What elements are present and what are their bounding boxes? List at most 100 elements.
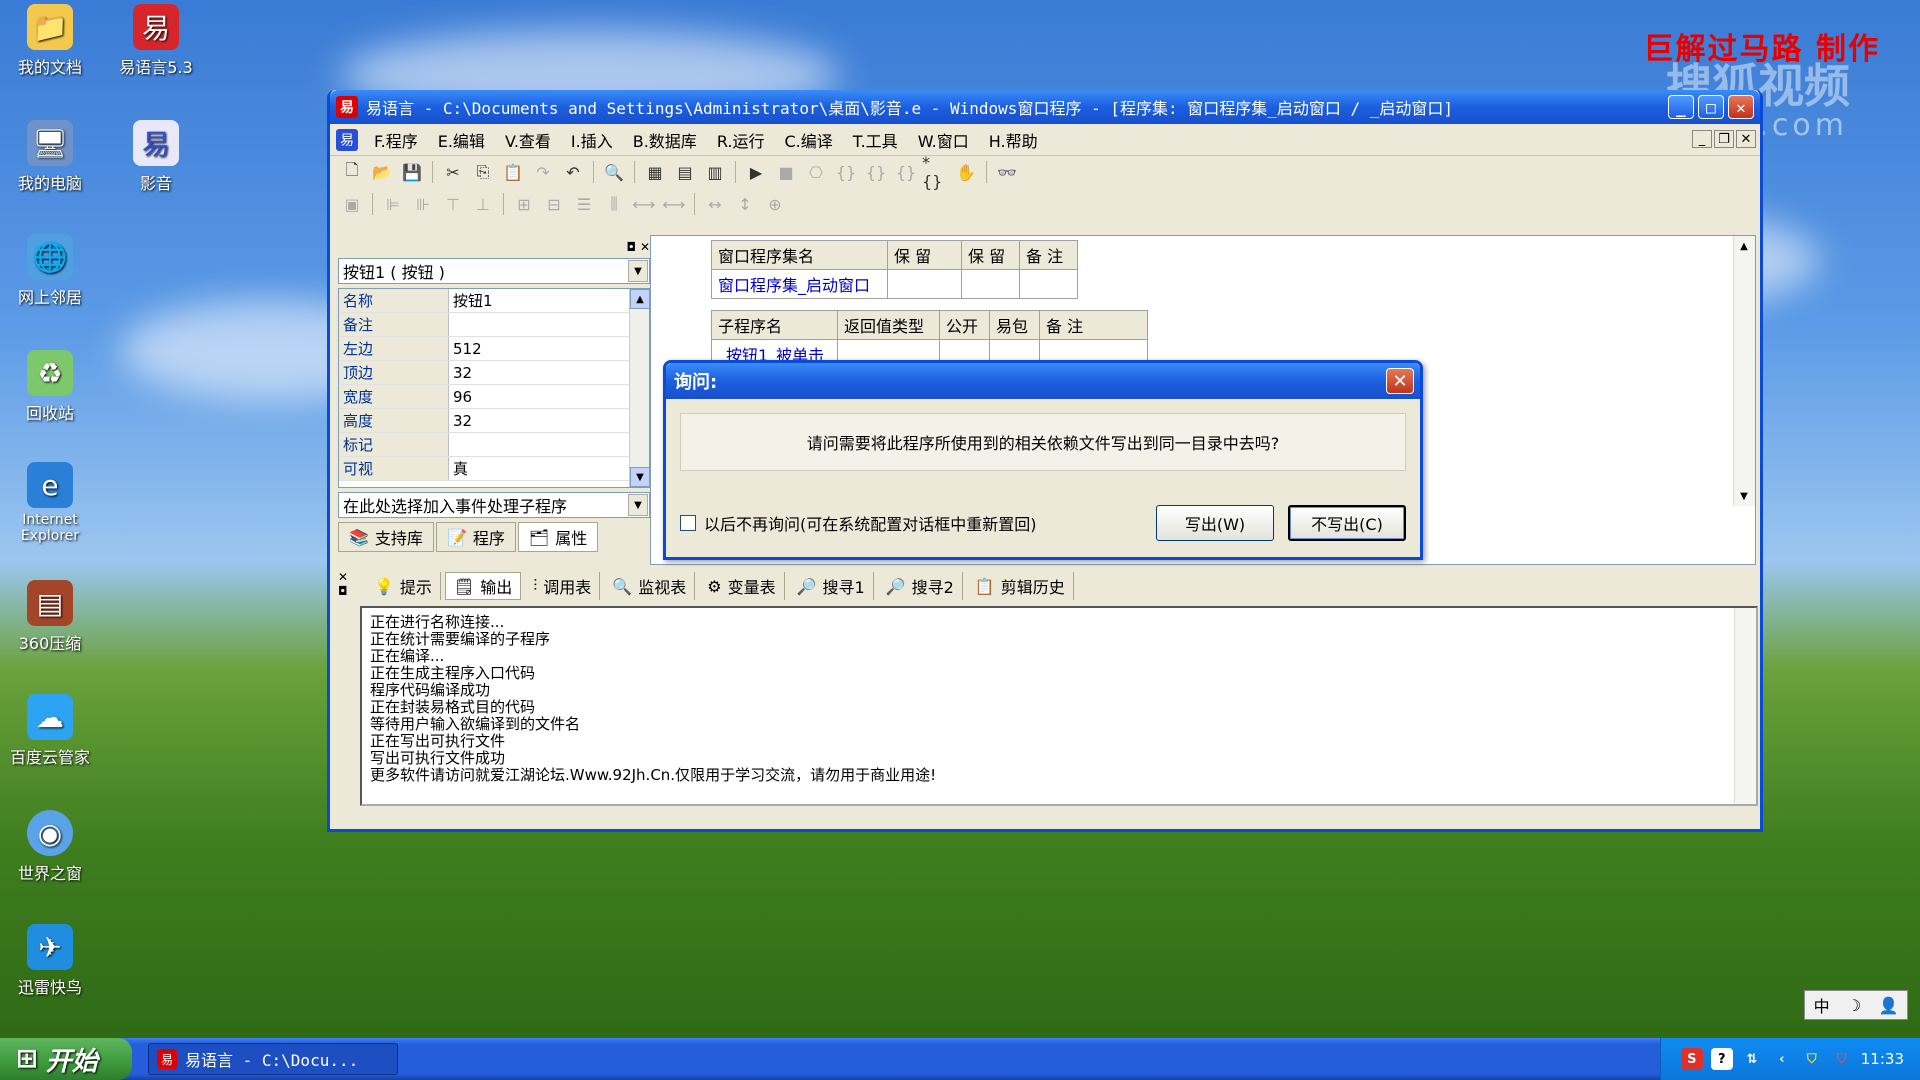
pin-icon[interactable]: ◘ bbox=[338, 584, 354, 598]
desktop-icon-360zip[interactable]: ▤ 360压缩 bbox=[0, 580, 100, 654]
chevron-down-icon[interactable]: ▼ bbox=[628, 260, 648, 282]
menu-window[interactable]: W.窗口 bbox=[908, 128, 979, 152]
equal-width-icon[interactable]: ⟷ bbox=[630, 191, 658, 217]
property-value[interactable] bbox=[449, 433, 649, 456]
mdi-close-button[interactable]: ✕ bbox=[1736, 130, 1756, 148]
desktop-icon-my-documents[interactable]: 📁 我的文档 bbox=[0, 4, 100, 78]
center-h-icon[interactable]: ⊞ bbox=[510, 191, 538, 217]
shield-icon[interactable]: ⛉ bbox=[1801, 1048, 1823, 1070]
user-icon[interactable]: 👤 bbox=[1878, 996, 1898, 1015]
tab-watch[interactable]: 🔍 监视表 bbox=[604, 572, 696, 600]
dont-write-button[interactable]: 不写出(C) bbox=[1288, 505, 1406, 541]
new-file-icon[interactable]: 🗋 bbox=[338, 159, 366, 185]
desktop-icon-eyuyan[interactable]: 易 易语言5.3 bbox=[106, 4, 206, 78]
half-width-icon[interactable]: ☽ bbox=[1847, 996, 1861, 1015]
dialog-titlebar[interactable]: 询问: ✕ bbox=[666, 363, 1420, 399]
menu-compile[interactable]: C.编译 bbox=[774, 128, 842, 152]
chevron-left-icon[interactable]: ‹ bbox=[1771, 1048, 1793, 1070]
space-h-icon[interactable]: ☰ bbox=[570, 191, 598, 217]
redo-icon[interactable]: ↷ bbox=[529, 159, 557, 185]
run-icon[interactable]: ▶ bbox=[742, 159, 770, 185]
panel-close-icon[interactable]: ✕ bbox=[640, 240, 650, 258]
step-d-icon[interactable]: {} bbox=[892, 159, 920, 185]
align-right-icon[interactable]: ⊪ bbox=[409, 191, 437, 217]
step-c-icon[interactable]: {} bbox=[862, 159, 890, 185]
chevron-down-icon[interactable]: ▼ bbox=[628, 494, 648, 516]
output-scrollbar[interactable] bbox=[1734, 608, 1756, 804]
stop-icon[interactable]: ■ bbox=[772, 159, 800, 185]
binoculars-icon[interactable]: 👓 bbox=[993, 159, 1021, 185]
property-row[interactable]: 高度 32 bbox=[339, 409, 649, 433]
sogou-icon[interactable]: S bbox=[1680, 1048, 1703, 1070]
table-cell[interactable] bbox=[1019, 269, 1078, 299]
property-row[interactable]: 顶边 32 bbox=[339, 361, 649, 385]
layout-a-icon[interactable]: ▦ bbox=[641, 159, 669, 185]
ime-mode[interactable]: 中 bbox=[1814, 993, 1830, 1017]
hand-icon[interactable]: ✋ bbox=[952, 159, 980, 185]
menu-run[interactable]: R.运行 bbox=[707, 128, 775, 152]
align-grid-icon[interactable]: ▣ bbox=[338, 191, 366, 217]
step-into-icon[interactable]: *{} bbox=[922, 153, 950, 191]
scroll-down-icon[interactable]: ▼ bbox=[630, 467, 649, 487]
start-button[interactable]: ⊞ 开始 bbox=[0, 1038, 132, 1080]
find-icon[interactable]: 🔍 bbox=[600, 159, 628, 185]
step-a-icon[interactable]: ⎔ bbox=[802, 159, 830, 185]
paste-icon[interactable]: 📋 bbox=[499, 159, 527, 185]
open-folder-icon[interactable]: 📂 bbox=[368, 159, 396, 185]
editor-scrollbar[interactable]: ▲ ▼ bbox=[1733, 236, 1755, 506]
desktop-icon-baidu-cloud[interactable]: ☁ 百度云管家 bbox=[0, 694, 100, 768]
layout-b-icon[interactable]: ▤ bbox=[671, 159, 699, 185]
taskbar-item-eyuyan[interactable]: 易 易语言 - C:\Docu... bbox=[148, 1043, 398, 1075]
menu-insert[interactable]: I.插入 bbox=[561, 128, 623, 152]
desktop-icon-my-computer[interactable]: 🖥 我的电脑 bbox=[0, 120, 100, 194]
desktop-icon-network[interactable]: 🌐 网上邻居 bbox=[0, 234, 100, 308]
panel-close-icon[interactable]: ✕ bbox=[338, 570, 354, 584]
desktop-icon-recycle-bin[interactable]: ♻ 回收站 bbox=[0, 350, 100, 424]
table-cell[interactable] bbox=[961, 269, 1020, 299]
property-value[interactable]: 32 bbox=[449, 361, 649, 384]
cut-icon[interactable]: ✂ bbox=[439, 159, 467, 185]
mdi-minimize-button[interactable]: _ bbox=[1692, 130, 1712, 148]
tab-call-stack[interactable]: ⫶ 调用表 bbox=[525, 572, 601, 600]
layout-c-icon[interactable]: ▥ bbox=[701, 159, 729, 185]
tab-variables[interactable]: ⚙ 变量表 bbox=[699, 572, 785, 600]
save-icon[interactable]: 💾 bbox=[398, 159, 426, 185]
property-value[interactable]: 真 bbox=[449, 457, 649, 480]
write-out-button[interactable]: 写出(W) bbox=[1156, 505, 1274, 541]
property-value[interactable]: 512 bbox=[449, 337, 649, 360]
property-value[interactable]: 32 bbox=[449, 409, 649, 432]
property-scrollbar[interactable]: ▲ ▼ bbox=[629, 289, 649, 487]
menu-program[interactable]: F.程序 bbox=[364, 128, 428, 152]
same-width-icon[interactable]: ↔ bbox=[701, 191, 729, 217]
align-bottom-icon[interactable]: ⊥ bbox=[469, 191, 497, 217]
desktop-icon-xunlei[interactable]: ✈ 迅雷快鸟 bbox=[0, 924, 100, 998]
pin-icon[interactable]: ◘ bbox=[626, 240, 636, 258]
same-height-icon[interactable]: ↕ bbox=[731, 191, 759, 217]
property-value[interactable]: 按钮1 bbox=[449, 289, 649, 312]
center-v-icon[interactable]: ⊟ bbox=[540, 191, 568, 217]
help-icon[interactable]: ? bbox=[1710, 1048, 1733, 1070]
component-selector[interactable]: 按钮1 ( 按钮 ) ▼ bbox=[338, 258, 650, 284]
maximize-button[interactable]: □ bbox=[1698, 95, 1724, 119]
table-cell[interactable] bbox=[887, 269, 962, 299]
window-titlebar[interactable]: 易 易语言 - C:\Documents and Settings\Admini… bbox=[330, 90, 1760, 124]
tab-hint[interactable]: 💡 提示 bbox=[366, 572, 441, 600]
ime-toolbar[interactable]: 中 ☽ 👤 bbox=[1804, 990, 1908, 1020]
mdi-restore-button[interactable]: ❐ bbox=[1714, 130, 1734, 148]
property-row[interactable]: 宽度 96 bbox=[339, 385, 649, 409]
step-b-icon[interactable]: {} bbox=[832, 159, 860, 185]
tab-output[interactable]: 🗒 输出 bbox=[444, 572, 522, 600]
desktop-icon-ie[interactable]: e Internet Explorer bbox=[0, 462, 100, 544]
event-selector[interactable]: 在此处选择加入事件处理子程序 ▼ bbox=[338, 492, 650, 518]
property-row[interactable]: 备注 bbox=[339, 313, 649, 337]
menu-tools[interactable]: T.工具 bbox=[843, 128, 908, 152]
tab-properties[interactable]: 🗂 属性 bbox=[517, 522, 599, 552]
space-v-icon[interactable]: ⫼ bbox=[600, 191, 628, 217]
align-top-icon[interactable]: ⊤ bbox=[439, 191, 467, 217]
table-cell[interactable]: 窗口程序集_启动窗口 bbox=[711, 269, 888, 299]
equal-height-icon[interactable]: ⟷ bbox=[660, 191, 688, 217]
desktop-icon-theworld[interactable]: ◉ 世界之窗 bbox=[0, 810, 100, 884]
dialog-close-button[interactable]: ✕ bbox=[1386, 368, 1414, 394]
tab-library[interactable]: 📚 支持库 bbox=[338, 522, 434, 552]
same-size-icon[interactable]: ⊕ bbox=[761, 191, 789, 217]
